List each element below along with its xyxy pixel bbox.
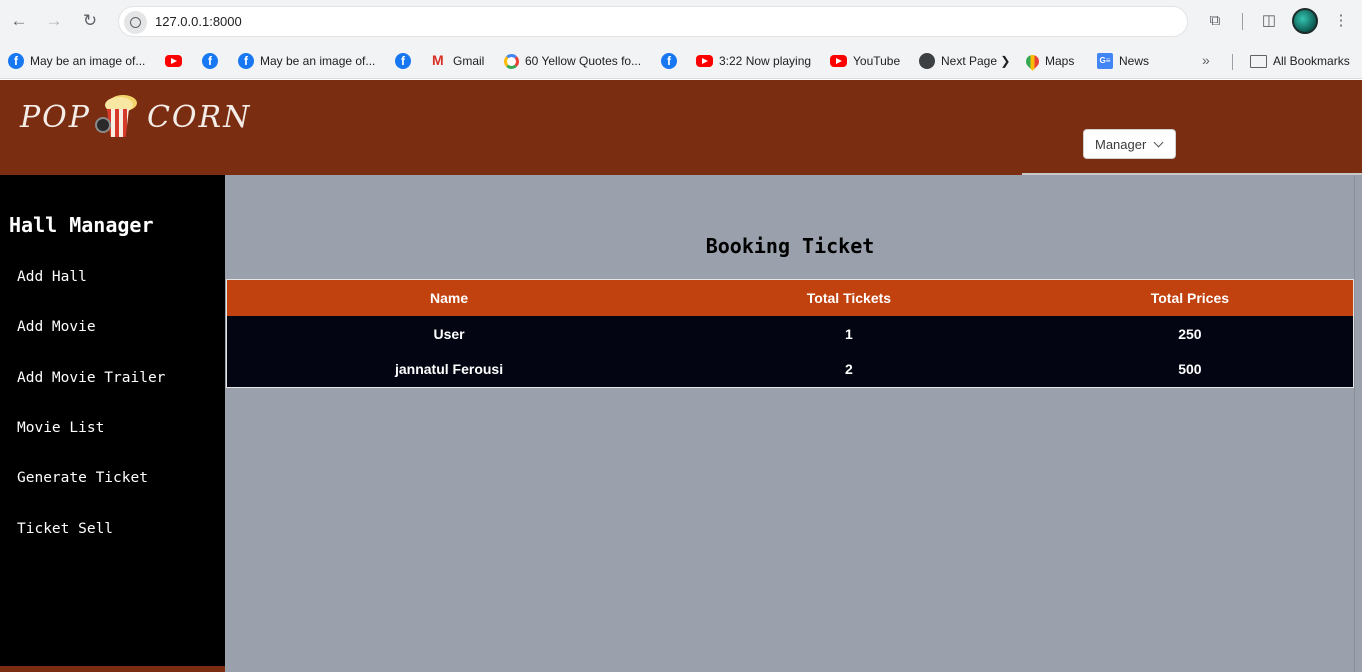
facebook-icon: f (661, 53, 677, 69)
facebook-icon: f (395, 53, 411, 69)
globe-icon (919, 53, 935, 69)
sidebar-title: Hall Manager (9, 213, 154, 237)
chevron-down-icon (1153, 137, 1164, 147)
booking-table: Name Total Tickets Total Prices User 1 2… (226, 279, 1354, 388)
bookmark-label: Maps (1045, 54, 1075, 68)
bookmark-item[interactable]: 60 Yellow Quotes fo... (504, 51, 641, 71)
site-header: POP CORN Manager (0, 80, 1362, 175)
column-header-total-prices: Total Prices (1026, 279, 1354, 316)
table-header-row: Name Total Tickets Total Prices (226, 279, 1354, 316)
bookmark-item[interactable]: f May be an image of... (8, 51, 145, 71)
bookmark-label: 3:22 Now playing (719, 54, 812, 68)
back-arrow-icon[interactable]: ← (8, 10, 30, 32)
cell-total-prices: 500 (1026, 351, 1354, 388)
cell-name: jannatul Ferousi (226, 351, 672, 388)
bookmark-item[interactable]: Next Page ❯ (919, 51, 1010, 71)
maps-icon (1023, 51, 1042, 71)
user-menu-dropdown[interactable]: Manager (1083, 129, 1176, 159)
logo-text-right: CORN (146, 99, 252, 135)
logo-text-left: POP (20, 99, 91, 135)
page-title: Booking Ticket (705, 234, 875, 258)
bookmark-item[interactable]: f (395, 51, 417, 71)
youtube-icon (696, 55, 713, 67)
bookmark-item[interactable]: f (202, 51, 224, 71)
bookmark-label: Next Page ❯ (941, 54, 1011, 68)
browser-toolbar: ← → ↻ 127.0.0.1:8000 ⧉ ◫ ⋮ (0, 0, 1362, 44)
bookmarks-bar: f May be an image of... f f May be an imag… (0, 44, 1362, 79)
folder-icon (1250, 54, 1267, 68)
sidebar-item-add-movie-trailer[interactable]: Add Movie Trailer (17, 370, 165, 386)
youtube-icon (830, 55, 847, 67)
facebook-icon: f (202, 53, 218, 69)
main-content: Booking Ticket Name Total Tickets Total … (225, 175, 1355, 672)
forward-arrow-icon[interactable]: → (43, 10, 65, 32)
bookmark-label: May be an image of... (30, 54, 146, 68)
cell-total-tickets: 2 (671, 351, 1027, 388)
popcorn-bucket-icon (94, 95, 143, 139)
bookmarks-divider (1232, 54, 1233, 70)
browser-menu-icon[interactable]: ⋮ (1330, 10, 1352, 32)
page-scrollbar[interactable] (1354, 175, 1362, 672)
bookmark-item[interactable]: YouTube (830, 51, 900, 71)
google-icon (504, 53, 519, 69)
table-row: User 1 250 (226, 315, 1354, 352)
all-bookmarks-button[interactable]: All Bookmarks (1250, 51, 1350, 71)
extensions-icon[interactable]: ⧉ (1204, 10, 1226, 32)
bookmark-item[interactable]: Maps (1023, 51, 1075, 71)
bookmark-label: Gmail (453, 54, 485, 68)
side-panel-icon[interactable]: ◫ (1258, 10, 1280, 32)
table-row: jannatul Ferousi 2 500 (226, 351, 1354, 388)
profile-avatar[interactable] (1292, 8, 1318, 34)
bookmark-item[interactable]: G≡ News (1097, 51, 1149, 71)
reload-icon[interactable]: ↻ (79, 10, 101, 32)
address-bar[interactable]: 127.0.0.1:8000 (118, 6, 1188, 37)
facebook-icon: f (8, 53, 24, 69)
sidebar-item-ticket-sell[interactable]: Ticket Sell (17, 521, 113, 537)
bookmark-label: 60 Yellow Quotes fo... (525, 54, 642, 68)
news-icon: G≡ (1097, 53, 1113, 69)
url-text: 127.0.0.1:8000 (155, 14, 242, 29)
sidebar: Hall Manager Add Hall Add Movie Add Movi… (0, 175, 225, 672)
sidebar-item-add-hall[interactable]: Add Hall (17, 269, 87, 285)
sidebar-item-generate-ticket[interactable]: Generate Ticket (17, 470, 148, 486)
bookmark-item[interactable]: f (661, 51, 683, 71)
popcorn-logo[interactable]: POP CORN (20, 94, 251, 140)
youtube-icon (165, 55, 182, 67)
sidebar-item-add-movie[interactable]: Add Movie (17, 319, 96, 335)
bookmark-label: News (1119, 54, 1150, 68)
sidebar-footer-strip (0, 666, 225, 672)
bookmark-label: All Bookmarks (1273, 54, 1350, 68)
bookmark-item[interactable]: f May be an image of... (238, 51, 375, 71)
column-header-name: Name (226, 279, 672, 316)
sidebar-item-movie-list[interactable]: Movie List (17, 420, 104, 436)
gmail-icon (431, 52, 447, 69)
facebook-icon: f (238, 53, 254, 69)
user-menu-label: Manager (1095, 136, 1147, 152)
toolbar-divider (1242, 13, 1243, 30)
bookmark-label: May be an image of... (260, 54, 376, 68)
site-info-icon[interactable] (124, 11, 147, 34)
cell-total-prices: 250 (1026, 315, 1354, 352)
bookmark-label: YouTube (853, 54, 901, 68)
column-header-total-tickets: Total Tickets (671, 279, 1027, 316)
more-bookmarks-icon[interactable]: » (1202, 52, 1210, 68)
bookmark-item[interactable] (165, 51, 188, 71)
cell-name: User (226, 315, 672, 352)
bookmark-item[interactable]: Gmail (431, 51, 484, 71)
bookmark-item[interactable]: 3:22 Now playing (696, 51, 811, 71)
cell-total-tickets: 1 (671, 315, 1027, 352)
